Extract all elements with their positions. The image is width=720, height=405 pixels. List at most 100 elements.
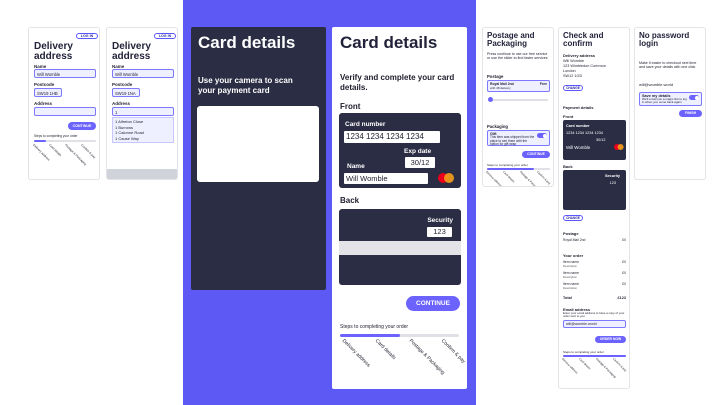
on-screen-keyboard: qwertyuiop asdfghjkl zxcvbnm ● space Go xyxy=(107,169,178,180)
address-input[interactable] xyxy=(34,107,96,116)
name-input[interactable]: Will Womble xyxy=(34,69,96,78)
name-label: Name xyxy=(347,163,365,170)
address-label: Address xyxy=(112,101,131,106)
login-email: will@womble.world xyxy=(639,82,674,87)
page-title: Card details xyxy=(198,33,296,52)
page-title: Delivery address xyxy=(112,41,151,63)
delivery-address-lines: Will Womble 123 Wimbledon Common London … xyxy=(563,59,606,79)
postcode-input[interactable]: SW19 1NA xyxy=(112,88,140,97)
security-code: 123 xyxy=(609,181,616,185)
total-label: Total xyxy=(563,296,572,300)
card-front: Card number 1234 1234 1234 1234 30/12 Wi… xyxy=(563,120,626,160)
page-subtitle: Verify and complete your card details. xyxy=(340,73,455,92)
step-label: Card details xyxy=(373,338,397,362)
back-label: Back xyxy=(563,164,573,169)
step-label: Delivery address xyxy=(340,338,372,369)
step-label: Confirm & pay xyxy=(439,338,467,365)
card-exp: 30/12 xyxy=(596,138,606,142)
order-item: Item name £0 Description xyxy=(563,271,626,279)
card-front: Card number 1234 1234 1234 1234 Exp date… xyxy=(339,113,461,188)
camera-viewfinder[interactable] xyxy=(197,106,319,182)
change-payment-button[interactable]: CHANGE xyxy=(563,215,583,221)
login-button[interactable]: LOG IN xyxy=(76,33,98,39)
step-label: Confirm & pay xyxy=(80,143,97,160)
card-scan-screen: Card details Use your camera to scan you… xyxy=(191,27,326,290)
speed-slider[interactable] xyxy=(488,97,548,102)
address-input[interactable]: 1 xyxy=(112,107,174,116)
card-name: Will Womble xyxy=(566,145,591,150)
keyboard-row: qwertyuiop xyxy=(108,171,177,178)
postage-label: Postage xyxy=(487,74,504,79)
postage-label: Postage xyxy=(563,231,579,236)
progress-steps: Steps to completing your order Delivery … xyxy=(485,163,551,186)
postage-packaging-screen: Postage and Packaging Press continue to … xyxy=(482,27,554,187)
continue-button[interactable]: CONTINUE xyxy=(68,122,96,130)
change-address-button[interactable]: CHANGE xyxy=(563,85,583,91)
finish-button[interactable]: FINISH xyxy=(679,110,702,117)
card-number-label: Card number xyxy=(345,121,386,128)
continue-button[interactable]: CONTINUE xyxy=(406,296,460,311)
delivery-address-screen: LOG IN Delivery address Name Will Womble… xyxy=(28,27,100,180)
save-details-toggle[interactable] xyxy=(689,95,699,100)
order-item: Item name £0 Description xyxy=(563,282,626,290)
gift-desc: This item was shipped from the place to … xyxy=(490,135,535,147)
step-label: Postage & Packaging xyxy=(407,338,446,377)
progress-steps: Steps to completing your order Delivery … xyxy=(340,324,466,376)
steps-title: Steps to completing your order xyxy=(34,134,78,138)
address-label: Address xyxy=(34,101,53,106)
order-items: Item name £0 Description Item name £0 Descri… xyxy=(563,260,626,290)
option-desc: with 48 delivery xyxy=(490,86,511,90)
name-input[interactable]: Will Womble xyxy=(112,69,174,78)
email-input[interactable]: will@womble.world xyxy=(563,320,626,328)
steps-title: Steps to completing your order xyxy=(487,163,528,167)
magnetic-stripe xyxy=(339,241,461,255)
postage-row: Royal Mail 2nd £0 xyxy=(563,238,626,242)
progress-bar xyxy=(487,168,550,170)
progress-bar xyxy=(34,140,96,142)
page-title: Delivery address xyxy=(34,41,73,63)
name-input[interactable]: Will Womble xyxy=(344,173,428,184)
payment-label: Payment details xyxy=(563,105,594,110)
postcode-input[interactable]: SW19 1HB xyxy=(34,88,62,97)
login-desc: Make it easier to checkout next time and… xyxy=(639,61,697,70)
page-title: Postage and Packaging xyxy=(487,31,535,49)
page-title: No password login xyxy=(639,31,690,49)
back-label: Back xyxy=(340,196,360,205)
mastercard-logo-icon xyxy=(614,144,624,150)
security-code-input[interactable]: 123 xyxy=(427,227,452,237)
card-back: Security 123 xyxy=(339,209,461,285)
step-label: Confirm & pay xyxy=(612,357,628,373)
gift-option[interactable]: Gift This item was shipped from the plac… xyxy=(487,130,550,146)
step-label: Card details xyxy=(578,357,592,371)
card-details-screen: Card details Verify and complete your ca… xyxy=(332,27,467,389)
postcode-label: Postcode xyxy=(112,82,133,87)
save-details-desc: We'll email you a magic link to log in w… xyxy=(642,97,687,105)
email-desc: Enter your email address to have a copy … xyxy=(563,311,625,319)
progress-bar xyxy=(563,355,626,357)
card-number-input[interactable]: 1234 1234 1234 1234 xyxy=(344,131,440,143)
exp-date-input[interactable]: 30/12 xyxy=(405,157,435,168)
step-label: Delivery address xyxy=(485,170,503,187)
step-label: Delivery address xyxy=(561,357,579,375)
steps-title: Steps to completing your order xyxy=(340,324,409,330)
exp-date-label: Exp date xyxy=(404,148,432,155)
postage-intro: Press continue to use our free service o… xyxy=(487,52,548,61)
login-button[interactable]: LOG IN xyxy=(154,33,176,39)
save-details-option[interactable]: Save my details We'll email you a magic … xyxy=(639,92,702,106)
step-label: Confirm & pay xyxy=(536,170,552,186)
continue-button[interactable]: CONTINUE xyxy=(522,151,550,158)
security-label: Security xyxy=(605,174,620,178)
gift-toggle[interactable] xyxy=(537,133,547,138)
keyboard-row: asdfghjkl xyxy=(108,179,178,180)
page-title: Card details xyxy=(340,33,438,52)
order-now-button[interactable]: ORDER NOW xyxy=(595,336,626,343)
security-label: Security xyxy=(427,217,453,224)
suggestion-item[interactable]: 1 Cause Way xyxy=(115,136,171,142)
card-number: 1234 1234 1234 1234 xyxy=(566,131,603,135)
mastercard-logo-icon xyxy=(438,173,454,183)
check-confirm-screen: Check and confirm Delivery address Will … xyxy=(558,27,630,389)
no-password-login-screen: No password login Make it easier to chec… xyxy=(634,27,706,180)
order-item: Item name £0 Description xyxy=(563,260,626,268)
front-label: Front xyxy=(563,114,574,119)
postage-option[interactable]: Royal Mail 2nd Free with 48 delivery xyxy=(487,80,550,92)
